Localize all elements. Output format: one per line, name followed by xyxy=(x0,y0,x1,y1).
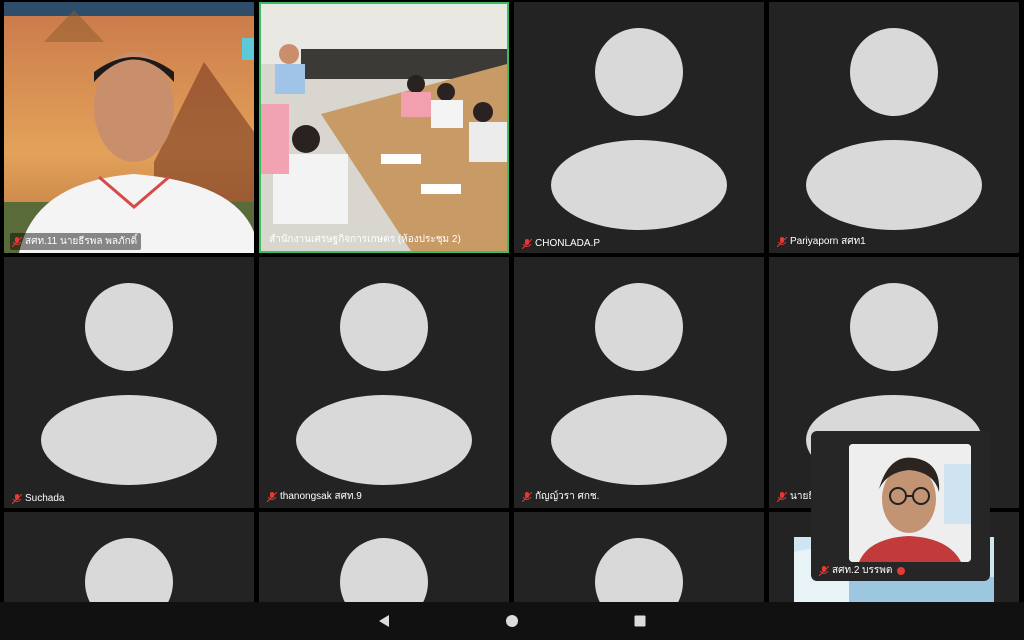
muted-mic-icon xyxy=(267,491,277,502)
home-button[interactable] xyxy=(492,602,532,640)
avatar-head xyxy=(850,283,938,371)
participant-name: Suchada xyxy=(25,493,65,504)
participant-name: thanongsak สศท.9 xyxy=(280,491,362,502)
muted-mic-icon xyxy=(522,491,532,502)
participant-name-label: CHONLADA.P xyxy=(520,237,604,250)
self-view-pip[interactable]: สศท.2 บรรพต xyxy=(811,431,990,581)
participant-name-label: สศท.11 นายธีรพล พลภักดิ์ xyxy=(10,233,142,250)
home-icon xyxy=(506,615,518,627)
avatar-head xyxy=(595,538,683,602)
recents-button[interactable] xyxy=(620,602,660,640)
avatar-head xyxy=(595,283,683,371)
participant-tile[interactable] xyxy=(259,512,509,602)
participant-name: กัญญ์วรา ศกช. xyxy=(535,491,600,502)
self-video-feed xyxy=(849,444,971,562)
muted-mic-icon xyxy=(819,565,829,576)
avatar-head xyxy=(340,538,428,602)
participant-tile[interactable]: thanongsak สศท.9 xyxy=(259,257,509,508)
participant-name: สศท.11 นายธีรพล พลภักดิ์ xyxy=(25,236,138,247)
participant-name: CHONLADA.P xyxy=(535,238,601,249)
participant-tile[interactable]: สศท.11 นายธีรพล พลภักดิ์ xyxy=(4,2,254,253)
participant-name-label: สำนักงานเศรษฐกิจการเกษตร (ห้องประชุม 2) xyxy=(267,231,465,248)
muted-mic-icon xyxy=(12,493,22,504)
avatar-head xyxy=(85,538,173,602)
muted-mic-icon xyxy=(522,238,532,249)
self-name-label: สศท.2 บรรพต xyxy=(817,562,909,579)
self-name: สศท.2 บรรพต xyxy=(832,565,893,576)
avatar-head xyxy=(850,28,938,116)
participant-name-label: Suchada xyxy=(10,492,68,505)
muted-mic-icon xyxy=(777,236,787,247)
avatar-head xyxy=(595,28,683,116)
recording-indicator-icon xyxy=(897,566,906,575)
participant-name-label: thanongsak สศท.9 xyxy=(265,488,366,505)
participant-tile[interactable]: Pariyaporn สศท1 xyxy=(769,2,1019,253)
avatar-head xyxy=(85,283,173,371)
muted-mic-icon xyxy=(777,491,787,502)
participant-name-label: กัญญ์วรา ศกช. xyxy=(520,488,603,505)
participant-tile[interactable]: Suchada xyxy=(4,257,254,508)
participant-tile-active-speaker[interactable]: สำนักงานเศรษฐกิจการเกษตร (ห้องประชุม 2) xyxy=(259,2,509,253)
participant-tile[interactable]: CHONLADA.P xyxy=(514,2,764,253)
participant-tile[interactable] xyxy=(514,512,764,602)
participant-tile[interactable] xyxy=(4,512,254,602)
avatar-body xyxy=(41,395,217,485)
muted-mic-icon xyxy=(12,236,22,247)
recents-icon xyxy=(634,615,646,627)
participant-name-label: Pariyaporn สศท1 xyxy=(775,233,870,250)
avatar-body xyxy=(296,395,472,485)
avatar-body xyxy=(806,140,982,230)
avatar-body xyxy=(551,140,727,230)
participant-name: Pariyaporn สศท1 xyxy=(790,236,866,247)
participant-tile[interactable]: กัญญ์วรา ศกช. xyxy=(514,257,764,508)
avatar-head xyxy=(340,283,428,371)
avatar-body xyxy=(551,395,727,485)
back-icon xyxy=(379,615,389,627)
participant-name: สำนักงานเศรษฐกิจการเกษตร (ห้องประชุม 2) xyxy=(269,234,461,245)
participant-video xyxy=(4,2,254,253)
self-video xyxy=(849,444,971,562)
back-button[interactable] xyxy=(364,602,404,640)
participant-video xyxy=(261,4,507,251)
system-navigation-bar xyxy=(0,602,1024,640)
